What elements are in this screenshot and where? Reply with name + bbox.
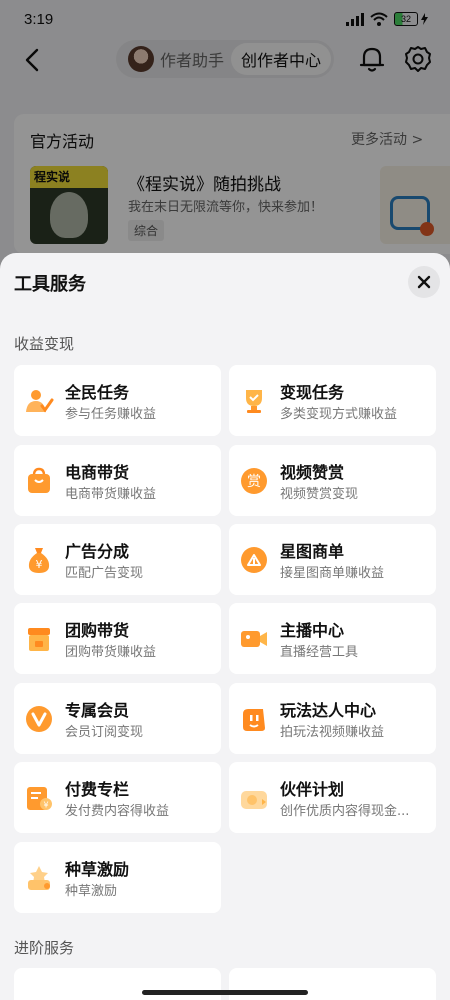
tool-desc: 团购带货赚收益 bbox=[65, 645, 157, 660]
tool-name: 广告分成 bbox=[65, 542, 130, 561]
tool-card[interactable]: ¥ 付费专栏 发付费内容得收益 bbox=[14, 762, 221, 833]
tool-desc: 直播经营工具 bbox=[280, 645, 359, 660]
tool-name: 星图商单 bbox=[280, 542, 345, 561]
tool-desc: 发付费内容得收益 bbox=[65, 804, 170, 819]
reward-glyph: 赏 bbox=[247, 474, 261, 490]
svg-text:¥: ¥ bbox=[43, 801, 48, 810]
tool-card[interactable]: 全民任务 参与任务赚收益 bbox=[14, 365, 221, 436]
tool-card[interactable]: 伙伴计划 创作优质内容得现金... bbox=[229, 762, 436, 833]
tool-desc: 会员订阅变现 bbox=[65, 725, 144, 740]
section-title-income: 收益变现 bbox=[14, 335, 75, 353]
close-icon bbox=[417, 275, 431, 289]
tool-card[interactable]: 赏 视频赞赏 视频赞赏变现 bbox=[229, 445, 436, 516]
tool-card[interactable]: 种草激励 种草激励 bbox=[14, 842, 221, 913]
tool-desc: 参与任务赚收益 bbox=[65, 407, 157, 422]
tool-desc: 种草激励 bbox=[65, 884, 118, 899]
tool-card[interactable]: 星图商单 接星图商单赚收益 bbox=[229, 524, 436, 595]
tool-desc: 匹配广告变现 bbox=[65, 566, 144, 581]
tool-card[interactable]: 主播中心 直播经营工具 bbox=[229, 603, 436, 674]
partner-icon bbox=[239, 783, 269, 813]
paid-column-icon: ¥ bbox=[24, 783, 54, 813]
tool-name: 玩法达人中心 bbox=[280, 701, 377, 720]
section-title-advanced: 进阶服务 bbox=[14, 939, 75, 957]
home-indicator[interactable] bbox=[142, 990, 308, 995]
tool-name: 专属会员 bbox=[65, 701, 130, 720]
money-bag-icon: ¥ bbox=[24, 545, 54, 575]
tool-desc: 多类变现方式赚收益 bbox=[280, 407, 398, 422]
tool-name: 主播中心 bbox=[280, 621, 345, 640]
tool-desc: 视频赞赏变现 bbox=[280, 487, 359, 502]
camera-icon bbox=[239, 624, 269, 654]
tool-services-sheet: 工具服务 收益变现 全民任务 参与任务赚收益 变现任务 多类变现方式赚收益 电商… bbox=[0, 253, 450, 1000]
tool-name: 全民任务 bbox=[65, 383, 130, 402]
advanced-tool-card[interactable] bbox=[229, 968, 436, 1000]
star-map-icon bbox=[239, 545, 269, 575]
reward-icon: 赏 bbox=[239, 466, 269, 496]
tool-card[interactable]: 专属会员 会员订阅变现 bbox=[14, 683, 221, 754]
tool-desc: 接星图商单赚收益 bbox=[280, 566, 385, 581]
close-button[interactable] bbox=[408, 266, 440, 298]
tool-card[interactable]: 电商带货 电商带货赚收益 bbox=[14, 445, 221, 516]
tool-card[interactable]: 玩法达人中心 拍玩法视频赚收益 bbox=[229, 683, 436, 754]
advanced-tool-card[interactable] bbox=[14, 968, 221, 1000]
tool-desc: 电商带货赚收益 bbox=[65, 487, 157, 502]
tool-name: 付费专栏 bbox=[65, 780, 130, 799]
tool-name: 电商带货 bbox=[65, 463, 130, 482]
tool-card[interactable]: 变现任务 多类变现方式赚收益 bbox=[229, 365, 436, 436]
trophy-icon bbox=[239, 386, 269, 416]
tool-desc: 拍玩法视频赚收益 bbox=[280, 725, 385, 740]
vip-badge-icon bbox=[24, 704, 54, 734]
tool-name: 视频赞赏 bbox=[280, 463, 345, 482]
tool-card[interactable]: 团购带货 团购带货赚收益 bbox=[14, 603, 221, 674]
tool-desc: 创作优质内容得现金... bbox=[280, 804, 410, 819]
tool-name: 种草激励 bbox=[65, 860, 130, 879]
svg-text:¥: ¥ bbox=[36, 558, 43, 571]
play-expert-icon bbox=[239, 704, 269, 734]
tool-card[interactable]: ¥ 广告分成 匹配广告变现 bbox=[14, 524, 221, 595]
sheet-title: 工具服务 bbox=[14, 274, 86, 295]
store-icon bbox=[24, 624, 54, 654]
seeding-icon bbox=[24, 863, 54, 893]
people-task-icon bbox=[24, 386, 54, 416]
tool-name: 团购带货 bbox=[65, 621, 130, 640]
shopping-bag-icon bbox=[24, 466, 54, 496]
tool-name: 伙伴计划 bbox=[280, 780, 345, 799]
tool-name: 变现任务 bbox=[280, 383, 345, 402]
